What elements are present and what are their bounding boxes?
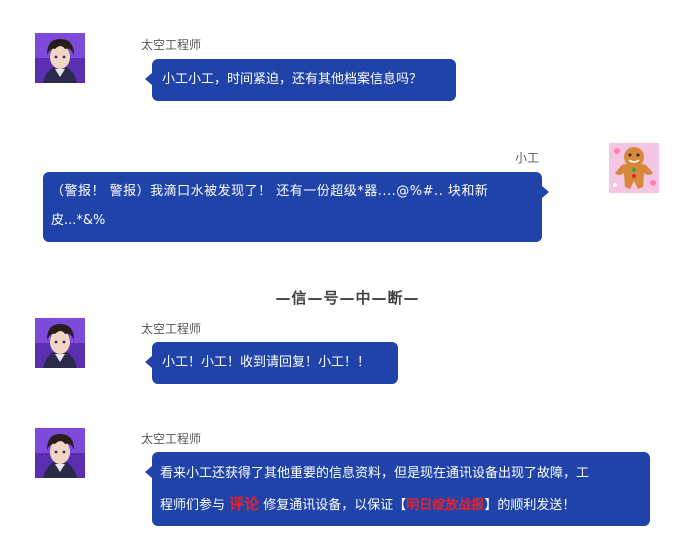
message-text-line: 看来小工还获得了其他重要的信息资料，但是现在通讯设备出现了故障，工 (160, 466, 590, 481)
sender-name: 太空工程师 (141, 322, 202, 336)
message-bubble[interactable]: （警报！ 警报）我滴口水被发现了！ 还有一份超级*器....@%#.. 块和新 … (43, 172, 549, 242)
message-text: 小工小工，时间紧迫，还有其他档案信息吗？ (162, 72, 423, 87)
message-text-line: 程师们参与 评论 修复通讯设备，以保证【明日绽放战报】的顺利发送！ (160, 489, 642, 521)
comment-highlight[interactable]: 评论 (229, 495, 259, 513)
message-bubble[interactable]: 小工小工，时间紧迫，还有其他档案信息吗？ (145, 59, 456, 101)
message-text-segment: 】的顺利发送！ (484, 498, 576, 513)
engineer-avatar-icon[interactable] (35, 428, 85, 478)
message-text-line: （警报！ 警报）我滴口水被发现了！ 还有一份超级*器....@%#.. 块和新 (51, 184, 489, 199)
message-bubble[interactable]: 小工！小工！收到请回复！小工！！ (145, 342, 398, 384)
message-bubble[interactable]: 看来小工还获得了其他重要的信息资料，但是现在通讯设备出现了故障，工 程师们参与 … (145, 452, 650, 526)
sender-name: 太空工程师 (141, 432, 202, 446)
message-text-segment: 修复通讯设备，以保证【 (259, 498, 407, 513)
report-title-highlight: 明日绽放战报 (406, 498, 485, 513)
gingerbread-avatar-icon[interactable] (609, 143, 659, 193)
engineer-avatar-icon[interactable] (35, 33, 85, 83)
message-text-line: 皮...*&% (51, 213, 106, 228)
message-text: 小工！小工！收到请回复！小工！！ (162, 355, 371, 370)
sender-name: 太空工程师 (141, 38, 202, 52)
sender-name: 小工 (515, 151, 540, 165)
engineer-avatar-icon[interactable] (35, 318, 85, 368)
message-text-segment: 程师们参与 (160, 498, 230, 513)
signal-interrupted-divider: —信—号—中—断— (275, 289, 420, 307)
